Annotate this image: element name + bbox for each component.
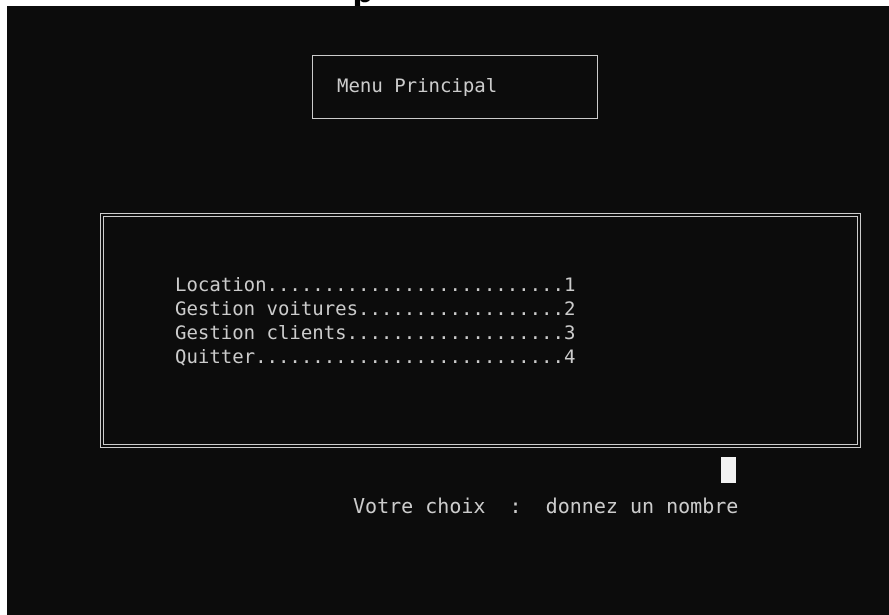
menu-item-number: 3 <box>563 322 576 344</box>
menu-item-number: 1 <box>563 274 576 296</box>
console-window: Menu Principal Location.................… <box>7 6 889 615</box>
menu-item-gestion-clients: Gestion clients...................3 <box>175 321 575 345</box>
menu-item-dots: ................... <box>346 322 564 344</box>
menu-item-label: Location <box>175 274 267 296</box>
menu-item-gestion-voitures: Gestion voitures..................2 <box>175 297 575 321</box>
menu-item-dots: ........................... <box>255 346 564 368</box>
menu-item-location: Location..........................1 <box>175 273 575 297</box>
menu-box: Location..........................1 Gest… <box>100 213 861 448</box>
menu-item-quitter: Quitter...........................4 <box>175 345 575 369</box>
menu-item-label: Quitter <box>175 346 256 368</box>
input-prompt: Votre choix : donnez un nombre <box>353 494 739 518</box>
menu-item-number: 2 <box>563 298 576 320</box>
page-title: Menu Principal <box>337 75 498 97</box>
menu-item-dots: .................. <box>358 298 564 320</box>
menu-item-dots: .......................... <box>266 274 564 296</box>
menu-item-number: 4 <box>563 346 576 368</box>
menu-item-label: Gestion voitures <box>175 298 359 320</box>
menu-list: Location..........................1 Gest… <box>175 273 575 369</box>
title-box: Menu Principal <box>312 55 598 119</box>
menu-item-label: Gestion clients <box>175 322 347 344</box>
text-cursor[interactable] <box>721 457 736 483</box>
